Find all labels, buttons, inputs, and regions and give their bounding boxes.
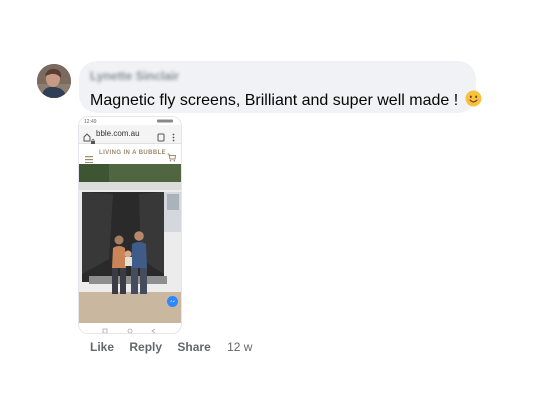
url-text: bble.com.au <box>96 129 140 138</box>
browser-url-bar: bble.com.au <box>79 125 181 144</box>
comment-bubble: Lynette Sinclair Magnetic fly screens, B… <box>79 61 482 113</box>
comment-actions: Like Reply Share 12 w <box>90 340 264 354</box>
messenger-badge-icon <box>167 294 178 312</box>
reply-button[interactable]: Reply <box>129 340 162 354</box>
phone-nav-bar <box>79 323 181 333</box>
comment-timestamp[interactable]: 12 w <box>227 340 252 354</box>
site-name: LIVING IN A BUBBLE <box>99 150 167 156</box>
share-button[interactable]: Share <box>177 340 210 354</box>
campervan-photo <box>79 164 181 323</box>
smiling-face-emoji-icon <box>465 90 482 107</box>
site-header: LIVING IN A BUBBLE <box>79 144 181 164</box>
avatar-photo <box>37 64 71 98</box>
comment-author[interactable]: Lynette Sinclair <box>90 69 179 83</box>
comment-text: Magnetic fly screens, Brilliant and supe… <box>90 92 459 109</box>
phone-status-bar: 12:49 <box>79 117 181 125</box>
attached-screenshot[interactable]: 12:49 bble.com.au LIVING IN A BUBBLE <box>78 116 182 334</box>
like-button[interactable]: Like <box>90 340 114 354</box>
avatar[interactable] <box>37 64 71 98</box>
comment-text-line: Magnetic fly screens, Brilliant and supe… <box>90 88 482 110</box>
